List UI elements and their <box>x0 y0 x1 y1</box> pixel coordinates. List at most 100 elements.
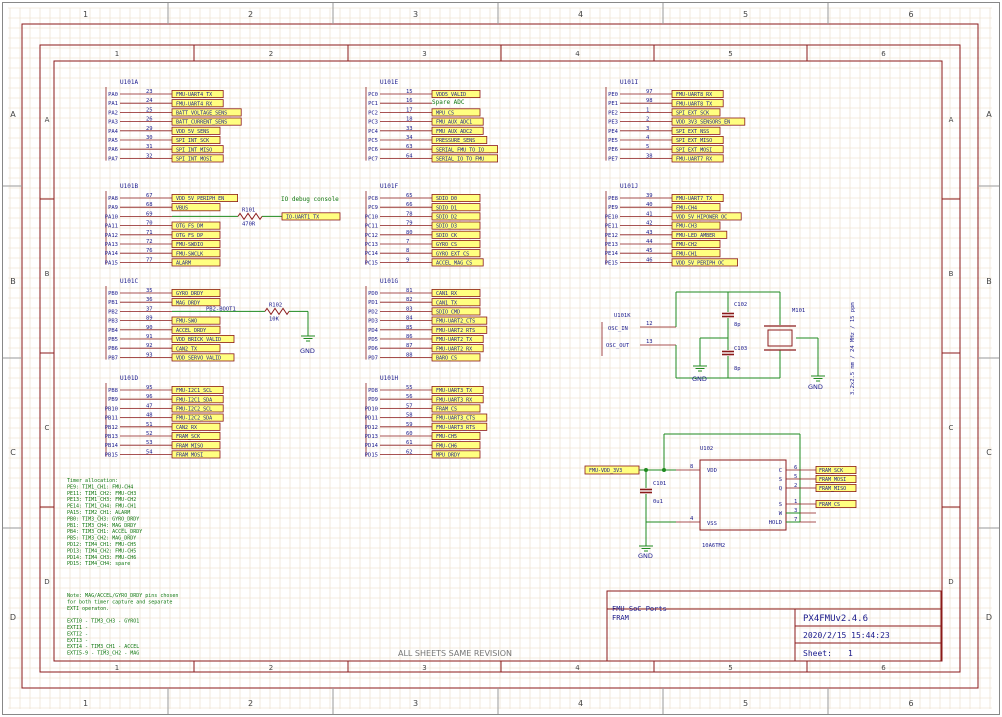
pin-name: PC10 <box>365 214 378 220</box>
pin-name: PA15 <box>105 260 118 266</box>
inner-row-label-left: A <box>45 116 50 124</box>
pin-row: PA12 71 OTG_FS_DP <box>105 230 221 239</box>
pin-name: PB5 <box>108 337 118 343</box>
net-label: MPU_CS <box>436 111 454 117</box>
pin-name: PD15 <box>365 452 378 458</box>
net-label: SPI_EXT_MOSI <box>676 147 712 153</box>
c102-value: 8p <box>734 322 741 328</box>
pin-number: 97 <box>646 89 653 95</box>
pin-name: PB13 <box>105 434 118 440</box>
pin-row: PE13 44 FMU-CH2 <box>605 239 721 248</box>
pin-name: PD0 <box>368 291 378 297</box>
pin-number: 38 <box>646 153 653 159</box>
net-label: SDIO_D0 <box>436 196 457 202</box>
pin-number: 55 <box>406 385 413 391</box>
timer-note-line: PE9: TIM1_CH1: FMU-CH4 <box>67 484 133 490</box>
pin-row: PE1 98 FMU-UART8_TX <box>608 98 724 107</box>
sheet-label: Sheet: <box>803 649 832 658</box>
pin-number: 30 <box>146 135 153 141</box>
pin-number: 7 <box>406 239 409 245</box>
osc-in-pin: OSC_IN <box>608 326 628 332</box>
title-block: FMU SoC Ports FRAM PX4FMUv2.4.6 2020/2/1… <box>606 590 942 662</box>
pin-name: PC2 <box>368 110 378 116</box>
pin-name: PC5 <box>368 138 378 144</box>
net-label: PRESSURE_SENS <box>436 138 475 144</box>
fram-pin-num: 5 <box>794 474 797 480</box>
fram-pin-label: Q <box>779 486 782 492</box>
pin-number: 44 <box>646 239 653 245</box>
pin-number: 81 <box>406 288 413 294</box>
pin-number: 2 <box>646 117 649 123</box>
pin-name: PA2 <box>108 110 118 116</box>
pin-name: PC8 <box>368 196 378 202</box>
outer-col-label-bottom: 4 <box>578 699 583 708</box>
net-label: OTG_FS_DP <box>176 233 203 239</box>
inner-col-label-top: 3 <box>422 50 426 58</box>
net-label: MAG_DRDY <box>176 300 200 306</box>
net-label: ALARM <box>176 261 191 267</box>
pin-row: PD13 60 FMU-CH5 <box>365 431 481 440</box>
timer-note-line: PB0: TIM3_CH3: GYRO_DRDY <box>67 516 139 522</box>
pin-row: PB1 36 MAG_DRDY <box>108 297 221 306</box>
pin-number: 68 <box>146 202 153 208</box>
fram-vdd-num: 8 <box>690 464 693 470</box>
c103-symbol <box>722 350 734 356</box>
fram-pin-label: C <box>779 468 782 474</box>
pin-name: PC9 <box>368 205 378 211</box>
pin-row: PC15 9 ACCEL_MAG_CS <box>365 257 484 267</box>
outer-row-label-right: A <box>986 110 992 119</box>
pin-name: PC7 <box>368 156 378 162</box>
pin-row: PA0 23 FMU-UART4_TX <box>108 89 224 98</box>
pin-number: 29 <box>146 126 153 132</box>
block-designator: U101H <box>380 375 398 382</box>
port-block-u101g: U101GPD0 81 CAN1_RX PD1 82 CAN1_TX PD2 83 SDIO_C… <box>365 278 488 362</box>
net-label: SPI_EXT_SCK <box>676 111 709 117</box>
fram-gnd-symbol <box>639 540 653 552</box>
r101-value: 470R <box>242 221 256 227</box>
pin-number: 37 <box>146 306 153 312</box>
pin-row: PE9 40 FMU-CH4 <box>608 202 721 211</box>
pin-name: PA7 <box>108 156 118 162</box>
pin-row: PD15 62 MPU_DRDY <box>365 449 481 459</box>
pin-name: PC6 <box>368 147 378 153</box>
net-label: VDD5_VALID <box>436 92 466 98</box>
pin-row: PB0 35 GYRO_DRDY <box>108 288 221 297</box>
pin-number: 56 <box>406 394 413 400</box>
pin-name: PD14 <box>365 443 379 449</box>
net-label: FMU-SWO <box>176 319 197 325</box>
pin-row: PD8 55 FMU-UART3_TX <box>368 385 484 394</box>
net-label: FMU-UART4_TX <box>176 92 212 98</box>
pin-name: PC1 <box>368 101 378 107</box>
pin-number: 90 <box>146 325 153 331</box>
pin-number: 69 <box>146 211 153 217</box>
pin-name: PD4 <box>368 328 379 334</box>
spare-adc-label: Spare ADC <box>432 99 465 106</box>
pin-name: PB15 <box>105 452 118 458</box>
sheet-number: 1 <box>848 649 853 658</box>
pin-name: PB11 <box>105 416 118 422</box>
inner-col-label-top: 4 <box>575 50 580 58</box>
pin-name: PE3 <box>608 120 618 126</box>
net-label: CAN2_RX <box>176 425 197 431</box>
inner-row-label-left: C <box>45 424 50 432</box>
auxiliary-circuits: R101470RIO-UART1_TXPB2-BOOT1R10210KGNDU1… <box>172 207 857 560</box>
outer-col-label-bottom: 5 <box>743 699 748 708</box>
net-label: FMU-UART2_RTS <box>436 328 475 334</box>
pin-number: 48 <box>146 413 153 419</box>
pin-row: PA4 29 VDD_5V_SENS <box>108 126 221 135</box>
pin-number: 51 <box>146 422 153 428</box>
net-label: FMU-UART2_TX <box>436 337 472 343</box>
fram-pin-label: HOLD <box>769 520 782 526</box>
outer-col-label-top: 6 <box>908 10 913 19</box>
osc-out-pin: OSC_OUT <box>606 343 630 349</box>
net-label: FMU-UART2_CTS <box>436 319 475 325</box>
pin-number: 40 <box>646 202 653 208</box>
timer-note-line: PD12: TIM4_CH1: FMU-CH5 <box>67 542 136 548</box>
pin-name: PB3 <box>108 319 118 325</box>
outer-row-label-right: C <box>986 448 992 457</box>
net-label: FMU-UART8_TX <box>676 101 712 107</box>
pin-number: 92 <box>146 343 153 349</box>
pin-number: 18 <box>406 117 413 123</box>
net-label: BATT_CURRENT_SENS <box>176 120 227 126</box>
c102-symbol <box>722 312 734 318</box>
